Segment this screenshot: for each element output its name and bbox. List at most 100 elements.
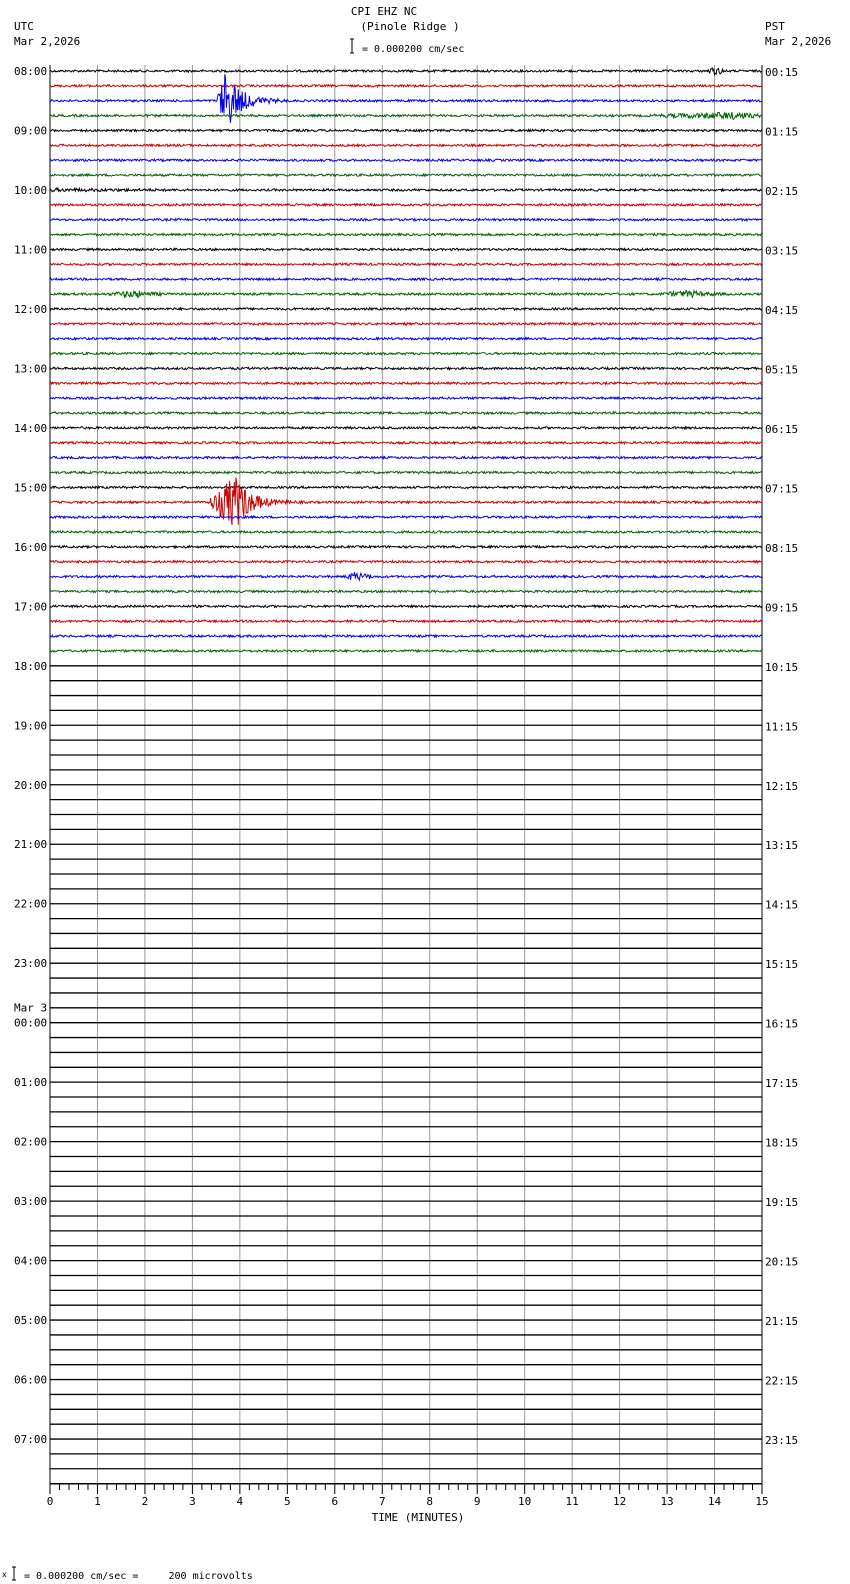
pst-hour-label: 13:15: [765, 839, 798, 852]
pst-hour-label: 02:15: [765, 185, 798, 198]
x-tick-label: 15: [755, 1495, 768, 1508]
utc-hour-label: 14:00: [14, 422, 47, 435]
x-tick-label: 2: [142, 1495, 149, 1508]
utc-hour-label: 18:00: [14, 660, 47, 673]
trace-line-11:45: [49, 288, 763, 299]
utc-hour-label: 02:00: [14, 1136, 47, 1149]
trace-line-15:45: [49, 529, 763, 535]
utc-hour-label: 07:00: [14, 1433, 47, 1446]
pst-hour-label: 08:15: [765, 542, 798, 555]
trace-line-16:15: [49, 559, 763, 564]
trace-line-17:45: [49, 648, 763, 654]
date-change-label: Mar 3: [14, 1002, 47, 1015]
utc-hour-label: 19:00: [14, 719, 47, 732]
left-timezone: UTC: [14, 20, 34, 33]
minute-grid: [49, 65, 763, 1484]
trace-line-11:15: [49, 261, 763, 267]
utc-hour-label: 15:00: [14, 481, 47, 494]
x-tick-label: 3: [189, 1495, 196, 1508]
trace-line-14:15: [49, 440, 763, 446]
trace-line-14:30: [49, 455, 763, 461]
utc-hour-label: 04:00: [14, 1255, 47, 1268]
x-tick-label: 0: [47, 1495, 54, 1508]
utc-hour-label: 06:00: [14, 1374, 47, 1387]
x-axis-label: TIME (MINUTES): [372, 1511, 465, 1524]
utc-hour-label: 22:00: [14, 898, 47, 911]
utc-hour-label: 13:00: [14, 362, 47, 375]
pst-hour-label: 06:15: [765, 423, 798, 436]
trace-line-17:00: [49, 603, 763, 609]
pst-hour-label: 00:15: [765, 66, 798, 79]
footer-scale-bar-icon: [12, 1566, 16, 1581]
trace-line-15:15: [49, 477, 763, 525]
utc-hour-label: 00:00: [14, 1017, 47, 1030]
utc-hour-label: 03:00: [14, 1195, 47, 1208]
trace-line-16:00: [49, 544, 763, 550]
helicorder-plot: CPI EHZ NC (Pinole Ridge ) = 0.000200 cm…: [2, 5, 831, 1582]
trace-line-13:45: [49, 410, 763, 416]
scale-label: = 0.000200 cm/sec: [362, 44, 464, 55]
footer-marker: x: [2, 1570, 7, 1579]
right-timezone: PST: [765, 20, 785, 33]
utc-hour-label: 09:00: [14, 124, 47, 137]
utc-hour-label: 16:00: [14, 541, 47, 554]
traces: [49, 66, 763, 1485]
trace-line-15:30: [49, 514, 763, 520]
trace-line-09:30: [49, 157, 763, 163]
x-tick-label: 1: [94, 1495, 101, 1508]
utc-hour-label: 23:00: [14, 957, 47, 970]
trace-line-12:15: [49, 321, 763, 327]
x-tick-label: 7: [379, 1495, 386, 1508]
trace-line-09:15: [49, 142, 763, 148]
utc-hour-label: 01:00: [14, 1076, 47, 1089]
utc-hour-label: 11:00: [14, 243, 47, 256]
trace-line-10:30: [49, 217, 763, 223]
x-tick-label: 14: [708, 1495, 722, 1508]
trace-line-14:45: [49, 470, 763, 475]
utc-hour-label: 17:00: [14, 600, 47, 613]
trace-line-09:00: [49, 128, 763, 133]
pst-hour-label: 18:15: [765, 1137, 798, 1150]
trace-line-13:00: [49, 365, 763, 371]
trace-line-16:30: [49, 571, 763, 582]
pst-hour-label: 03:15: [765, 244, 798, 257]
pst-hour-label: 07:15: [765, 482, 798, 495]
trace-line-08:00: [49, 66, 763, 77]
time-labels: 08:00 09:00 10:00 11:00 12:00 13:00 14:00 15:00…: [14, 65, 798, 1447]
pst-hour-label: 11:15: [765, 720, 798, 733]
footer-scale-note: = 0.000200 cm/sec = 200 microvolts: [24, 1571, 253, 1582]
pst-hour-label: 14:15: [765, 899, 798, 912]
pst-hour-label: 16:15: [765, 1018, 798, 1031]
pst-hour-label: 05:15: [765, 363, 798, 376]
x-axis: 0 1 2 3 4 5 6 7 8 9 10 11 12 13 14 15: [47, 1483, 769, 1508]
trace-line-13:30: [49, 395, 763, 401]
trace-line-12:30: [49, 336, 763, 342]
utc-hour-label: 20:00: [14, 779, 47, 792]
trace-line-11:00: [49, 247, 763, 252]
trace-line-14:00: [49, 425, 763, 431]
pst-hour-label: 01:15: [765, 125, 798, 138]
station-title: CPI EHZ NC: [351, 5, 417, 18]
trace-line-16:45: [49, 589, 763, 594]
trace-line-10:15: [49, 202, 763, 208]
trace-line-13:15: [49, 380, 763, 386]
x-tick-label: 11: [566, 1495, 579, 1508]
trace-line-08:45: [49, 111, 763, 121]
x-tick-label: 4: [237, 1495, 244, 1508]
pst-hour-label: 23:15: [765, 1434, 798, 1447]
trace-line-10:00: [49, 186, 763, 193]
left-date: Mar 2,2026: [14, 35, 80, 48]
trace-line-12:45: [49, 351, 763, 356]
pst-hour-label: 21:15: [765, 1315, 798, 1328]
trace-line-11:30: [49, 276, 763, 282]
pst-hour-label: 04:15: [765, 304, 798, 317]
x-tick-label: 10: [518, 1495, 531, 1508]
x-tick-label: 8: [426, 1495, 433, 1508]
x-tick-label: 13: [660, 1495, 673, 1508]
trace-line-17:15: [49, 618, 763, 624]
pst-hour-label: 17:15: [765, 1077, 798, 1090]
pst-hour-label: 22:15: [765, 1375, 798, 1388]
scale-bar-icon: [350, 38, 354, 54]
utc-hour-label: 21:00: [14, 838, 47, 851]
pst-hour-label: 15:15: [765, 958, 798, 971]
